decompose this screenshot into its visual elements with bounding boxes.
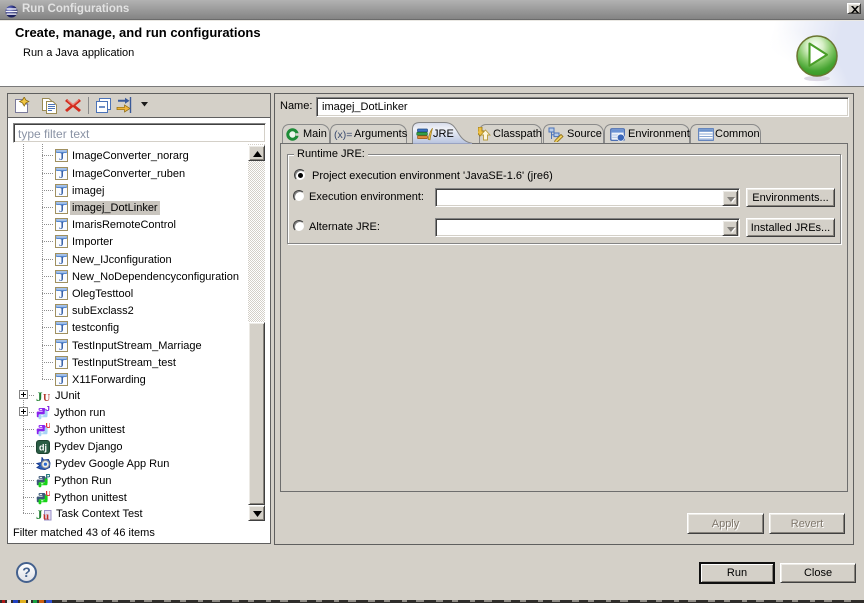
svg-text:J: J	[59, 221, 64, 231]
svg-text:J: J	[59, 376, 64, 386]
svg-text:J: J	[59, 290, 64, 300]
svg-text:J: J	[36, 507, 43, 521]
svg-text:J: J	[36, 389, 43, 403]
svg-text:J: J	[59, 342, 64, 352]
svg-text:J: J	[59, 256, 64, 266]
svg-text:U: U	[46, 422, 50, 430]
svg-text:J: J	[46, 405, 50, 413]
svg-text:J: J	[59, 187, 64, 197]
svg-text:J: J	[59, 324, 64, 334]
svg-text:J: J	[59, 152, 64, 162]
svg-text:U: U	[46, 490, 50, 498]
svg-text:J: J	[59, 238, 64, 248]
svg-text:u: u	[43, 510, 49, 521]
svg-text:P: P	[46, 473, 50, 481]
svg-text:J: J	[59, 359, 64, 369]
svg-text:dj: dj	[39, 442, 47, 452]
svg-text:J: J	[59, 273, 64, 283]
svg-text:J: J	[59, 170, 64, 180]
svg-text:U: U	[43, 393, 50, 403]
svg-text:J: J	[59, 307, 64, 317]
svg-text:J: J	[59, 204, 64, 214]
